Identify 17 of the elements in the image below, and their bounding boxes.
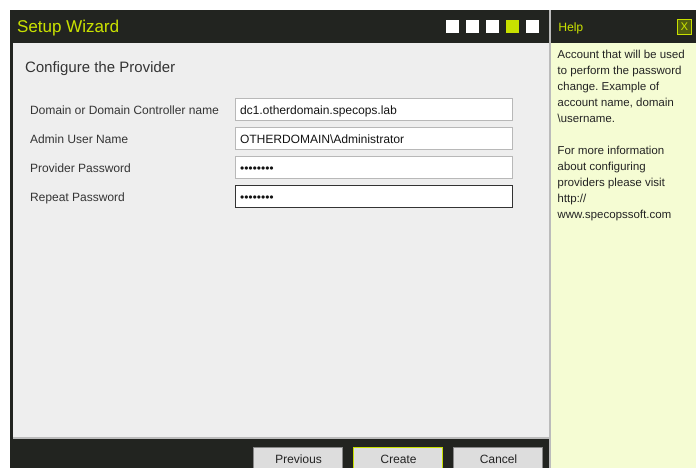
input-field[interactable]: OTHERDOMAIN\Administrator	[235, 127, 513, 150]
help-text: For more information about configuring providers please visit http:// www.specopssoft.com	[557, 144, 672, 223]
close-button[interactable]: X	[676, 18, 692, 34]
page-title: Configure the Provider	[25, 59, 176, 76]
dialog-button[interactable]: Previous	[253, 447, 344, 468]
input-field[interactable]: ••••••••	[235, 185, 513, 208]
field-label: Repeat Password	[30, 190, 126, 204]
field-label: Admin User Name	[30, 132, 130, 146]
field-label: Provider Password	[30, 160, 132, 174]
dialog-button[interactable]: Cancel	[453, 447, 544, 468]
input-field[interactable]: dc1.otherdomain.specops.lab	[235, 98, 513, 121]
dialog-button[interactable]: Create	[353, 447, 444, 468]
field-label: Domain or Domain Controller name	[30, 102, 220, 116]
help-text: Account that will be used to perform the password change. Example of account name, domain \username.	[557, 48, 686, 127]
window-title: Setup Wizard	[17, 16, 120, 36]
input-field[interactable]: ••••••••	[235, 156, 513, 179]
help-title: Help	[558, 20, 584, 34]
